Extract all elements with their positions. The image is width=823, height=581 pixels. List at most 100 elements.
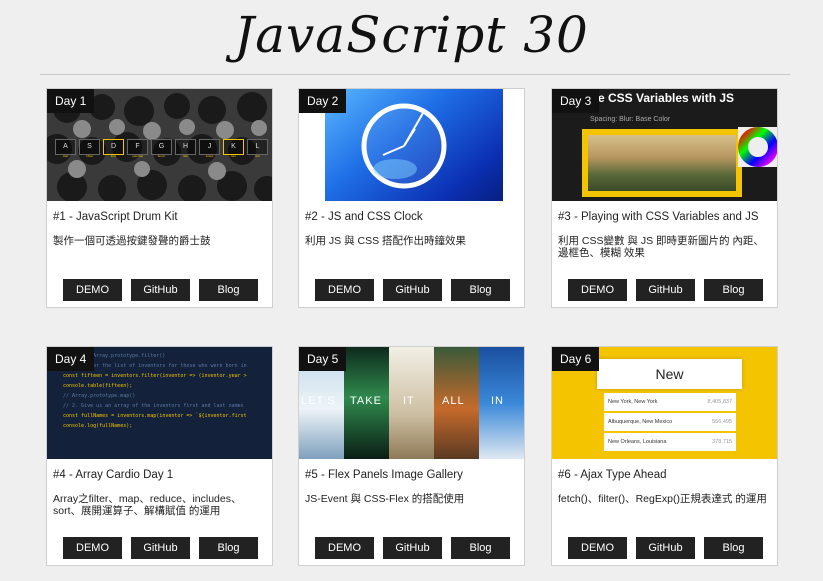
card-description: fetch()、filter()、RegExp()正規表達式 的運用 xyxy=(558,493,767,505)
drum-sound: openhat xyxy=(132,154,143,158)
card-description: 利用 CSS變數 與 JS 即時更新圖片的 內距、邊框色、模糊 效果 xyxy=(558,235,764,259)
github-button[interactable]: GitHub xyxy=(131,537,190,559)
card-actions: DEMO GitHub Blog xyxy=(315,279,510,301)
code-line: const fullNames = inventors.map(inventor… xyxy=(63,413,247,419)
card-actions: DEMO GitHub Blog xyxy=(63,537,258,559)
suggestion-row: New Orleans, Louisiana 378,715 xyxy=(604,433,736,451)
card-actions: DEMO GitHub Blog xyxy=(315,537,510,559)
blog-button[interactable]: Blog xyxy=(199,279,258,301)
day-badge: Day 1 xyxy=(47,89,95,113)
suggestion-city: New Orleans, Louisiana xyxy=(608,439,667,445)
drum-sound: hihat xyxy=(86,154,93,158)
github-button[interactable]: GitHub xyxy=(636,279,695,301)
code-line: console.log(fullNames); xyxy=(63,423,133,429)
blog-button[interactable]: Blog xyxy=(199,537,258,559)
suggestion-city: New York, New York xyxy=(608,399,658,405)
code-line: // 2. Give us an array of the inventors … xyxy=(63,403,244,409)
project-card-day-5: LET'S TAKE IT ALL IN Day 5 #5 - Flex Pan… xyxy=(298,346,525,566)
project-card-day-3: Update CSS Variables with JS Spacing: Bl… xyxy=(551,88,778,308)
day-badge: Day 3 xyxy=(552,89,600,113)
drum-sound: ride xyxy=(182,154,188,158)
suggestion-row: New York, New York 8,405,837 xyxy=(604,393,736,411)
css-variables-thumbnail[interactable]: Update CSS Variables with JS Spacing: Bl… xyxy=(552,89,777,201)
day-badge: Day 2 xyxy=(299,89,347,113)
panel: TAKE xyxy=(344,347,389,459)
panel: ALL xyxy=(434,347,479,459)
card-title: #2 - JS and CSS Clock xyxy=(305,211,423,223)
drum-key: A xyxy=(55,139,76,155)
flex-panels-thumbnail[interactable]: LET'S TAKE IT ALL IN Day 5 xyxy=(299,347,524,459)
array-cardio-thumbnail[interactable]: Array.prototype.filter() // 1. Filter th… xyxy=(47,347,272,459)
project-card-day-2: Day 2 #2 - JS and CSS Clock 利用 JS 與 CSS … xyxy=(298,88,525,308)
drum-keys: A S D F G H J K L xyxy=(55,139,268,155)
drum-kit-thumbnail[interactable]: A S D F G H J K L clap hihat kick openha… xyxy=(47,89,272,201)
blog-button[interactable]: Blog xyxy=(451,537,510,559)
suggestion-pop: 8,405,837 xyxy=(707,399,732,405)
code-line: console.table(fifteen); xyxy=(63,383,133,389)
drum-key: F xyxy=(127,139,148,155)
drum-sound: kick xyxy=(110,154,117,158)
drum-sound: clap xyxy=(62,154,69,158)
suggestion-row: Albuquerque, New Mexico 556,495 xyxy=(604,413,736,431)
card-title: #3 - Playing with CSS Variables and JS xyxy=(558,211,759,223)
card-title: #1 - JavaScript Drum Kit xyxy=(53,211,178,223)
suggestion-pop: 378,715 xyxy=(712,439,732,445)
panel-word: IN xyxy=(491,395,504,407)
suggestion-pop: 556,495 xyxy=(712,419,732,425)
suggestion-list: New York, New York 8,405,837 Albuquerque… xyxy=(604,393,736,451)
drum-key: J xyxy=(199,139,220,155)
color-picker-icon xyxy=(738,127,777,167)
project-card-day-1: A S D F G H J K L clap hihat kick openha… xyxy=(46,88,273,308)
drum-key-active: D xyxy=(103,139,124,155)
panel: IN xyxy=(479,347,524,459)
card-description: 製作一個可透過按鍵發聲的爵士鼓 xyxy=(53,235,211,247)
github-button[interactable]: GitHub xyxy=(383,279,442,301)
page-title: JavaScript 30 xyxy=(234,6,589,64)
github-button[interactable]: GitHub xyxy=(636,537,695,559)
drum-key-active: K xyxy=(223,139,244,155)
thumb-controls: Spacing: Blur: Base Color xyxy=(590,116,671,123)
card-title: #5 - Flex Panels Image Gallery xyxy=(305,469,463,481)
panel: IT xyxy=(389,347,434,459)
clock-thumbnail[interactable]: Day 2 xyxy=(299,89,524,201)
project-card-day-4: Array.prototype.filter() // 1. Filter th… xyxy=(46,346,273,566)
drum-sound: tom xyxy=(230,154,236,158)
card-title: #6 - Ajax Type Ahead xyxy=(558,469,667,481)
search-box: New xyxy=(597,359,742,389)
landscape-image xyxy=(582,129,742,197)
panel-word: TAKE xyxy=(350,395,382,407)
drum-sound: snare xyxy=(205,154,214,158)
demo-button[interactable]: DEMO xyxy=(568,279,627,301)
project-card-day-6: New New York, New York 8,405,837 Albuque… xyxy=(551,346,778,566)
suggestion-city: Albuquerque, New Mexico xyxy=(608,419,673,425)
panel-word: ALL xyxy=(442,395,465,407)
demo-button[interactable]: DEMO xyxy=(315,279,374,301)
card-description: 利用 JS 與 CSS 搭配作出時鐘效果 xyxy=(305,235,467,247)
day-badge: Day 4 xyxy=(47,347,95,371)
demo-button[interactable]: DEMO xyxy=(63,279,122,301)
card-description: JS-Event 與 CSS-Flex 的搭配使用 xyxy=(305,493,465,505)
card-actions: DEMO GitHub Blog xyxy=(568,279,763,301)
type-ahead-thumbnail[interactable]: New New York, New York 8,405,837 Albuque… xyxy=(552,347,777,459)
drum-key: G xyxy=(151,139,172,155)
demo-button[interactable]: DEMO xyxy=(568,537,627,559)
demo-button[interactable]: DEMO xyxy=(315,537,374,559)
card-actions: DEMO GitHub Blog xyxy=(63,279,258,301)
blog-button[interactable]: Blog xyxy=(704,537,763,559)
drum-key: S xyxy=(79,139,100,155)
day-badge: Day 5 xyxy=(299,347,347,371)
blog-button[interactable]: Blog xyxy=(704,279,763,301)
demo-button[interactable]: DEMO xyxy=(63,537,122,559)
drum-key: L xyxy=(247,139,268,155)
github-button[interactable]: GitHub xyxy=(131,279,190,301)
drum-sounds: clap hihat kick openhat boom ride snare … xyxy=(55,154,268,158)
blog-button[interactable]: Blog xyxy=(451,279,510,301)
drum-sound: boom xyxy=(157,154,166,158)
code-line: // Array.prototype.map() xyxy=(63,393,136,399)
card-description: Array之filter、map、reduce、includes、sort、展開… xyxy=(53,493,242,517)
code-line: const fifteen = inventors.filter(invento… xyxy=(63,373,247,379)
drum-key: H xyxy=(175,139,196,155)
title-divider xyxy=(40,74,790,75)
panel-word: IT xyxy=(403,395,415,407)
github-button[interactable]: GitHub xyxy=(383,537,442,559)
